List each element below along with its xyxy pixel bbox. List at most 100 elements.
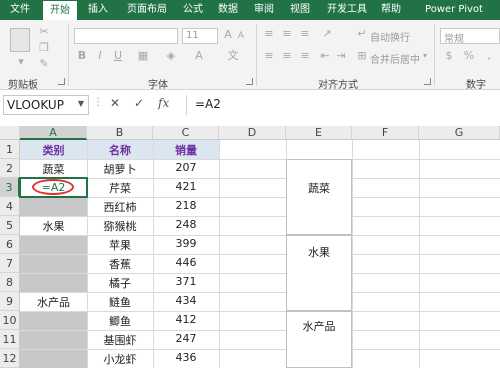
tab-formulas[interactable]: 公式 (178, 0, 208, 20)
cell-b5[interactable]: 猕猴桃 (87, 218, 153, 234)
formula-input[interactable]: =A2 (186, 95, 500, 115)
cell-c1-sales-header[interactable]: 销量 (153, 142, 219, 158)
bold-icon[interactable]: B (76, 50, 88, 62)
orientation-icon[interactable]: ↗ (320, 28, 334, 40)
worksheet-grid[interactable]: A B C D E F G 1 2 3 4 5 6 7 8 9 10 11 12… (0, 126, 500, 368)
decrease-font-icon[interactable]: A (236, 30, 246, 42)
format-painter-icon[interactable]: ✎ (38, 58, 50, 70)
row-header-2[interactable]: 2 (0, 159, 20, 178)
cell-b12[interactable]: 小龙虾 (87, 351, 153, 367)
cell-b9[interactable]: 鲢鱼 (87, 294, 153, 310)
alignment-launcher-icon[interactable] (424, 78, 431, 85)
merge-dropdown-icon[interactable]: ▾ (420, 50, 430, 62)
cell-c2[interactable]: 207 (153, 161, 219, 174)
font-name-select[interactable] (74, 28, 178, 44)
accounting-format-icon[interactable]: $ (442, 50, 456, 62)
comma-style-icon[interactable]: , (482, 50, 496, 62)
paste-icon[interactable] (10, 28, 30, 52)
name-box[interactable]: VLOOKUP ▼ (3, 95, 89, 115)
align-top-icon[interactable]: ≡ (262, 28, 276, 40)
row-header-12[interactable]: 12 (0, 349, 20, 368)
row-header-9[interactable]: 9 (0, 292, 20, 311)
column-header-d[interactable]: D (219, 126, 286, 140)
cell-a4-fill[interactable] (20, 197, 87, 216)
align-bottom-icon[interactable]: ≡ (298, 28, 312, 40)
underline-icon[interactable]: U (112, 50, 124, 62)
number-format-select[interactable]: 常规 (440, 28, 500, 45)
paste-dropdown-icon[interactable]: ▾ (8, 56, 34, 68)
cell-e2-e5-merged[interactable] (286, 159, 352, 235)
cell-a1-category-header[interactable]: 类别 (20, 142, 87, 158)
clipboard-launcher-icon[interactable] (58, 78, 65, 85)
align-middle-icon[interactable]: ≡ (280, 28, 294, 40)
cancel-icon[interactable]: ✕ (110, 96, 120, 110)
tab-file[interactable]: 文件 (0, 0, 40, 20)
row-header-6[interactable]: 6 (0, 235, 20, 254)
tab-developer[interactable]: 开发工具 (322, 0, 372, 20)
cell-c7[interactable]: 446 (153, 256, 219, 269)
cell-a9[interactable]: 水产品 (20, 294, 87, 310)
cell-c12[interactable]: 436 (153, 351, 219, 364)
cell-c9[interactable]: 434 (153, 294, 219, 307)
cell-c10[interactable]: 412 (153, 313, 219, 326)
column-header-a[interactable]: A (20, 126, 87, 140)
select-all-corner[interactable] (0, 126, 20, 140)
column-header-b[interactable]: B (87, 126, 153, 140)
cell-c4[interactable]: 218 (153, 199, 219, 212)
row-header-1[interactable]: 1 (0, 140, 20, 159)
copy-icon[interactable]: ❐ (38, 42, 50, 54)
tab-data[interactable]: 数据 (212, 0, 244, 20)
align-center-icon[interactable]: ≡ (280, 50, 294, 62)
tab-help[interactable]: 帮助 (376, 0, 406, 20)
tab-home[interactable]: 开始 (43, 1, 77, 20)
tab-insert[interactable]: 插入 (82, 0, 114, 20)
merge-center-button[interactable]: 合并后居中 (370, 51, 420, 66)
row-header-3[interactable]: 3 (0, 178, 20, 197)
align-left-icon[interactable]: ≡ (262, 50, 276, 62)
row-header-10[interactable]: 10 (0, 311, 20, 330)
align-right-icon[interactable]: ≡ (298, 50, 312, 62)
cell-b3[interactable]: 芹菜 (87, 180, 153, 196)
row-header-5[interactable]: 5 (0, 216, 20, 235)
percent-icon[interactable]: % (462, 50, 476, 62)
italic-icon[interactable]: I (94, 50, 106, 62)
decrease-indent-icon[interactable]: ⇤ (318, 50, 332, 62)
cell-c11[interactable]: 247 (153, 332, 219, 345)
row-header-8[interactable]: 8 (0, 273, 20, 292)
border-icon[interactable]: ▦ (136, 50, 150, 62)
cell-b1-name-header[interactable]: 名称 (87, 142, 153, 158)
cell-b2[interactable]: 胡萝卜 (87, 161, 153, 177)
row-header-11[interactable]: 11 (0, 330, 20, 349)
tab-power-pivot[interactable]: Power Pivot (414, 0, 494, 20)
column-header-f[interactable]: F (352, 126, 419, 140)
cell-b8[interactable]: 橘子 (87, 275, 153, 291)
cell-a6-a8-fill[interactable] (20, 235, 87, 292)
cell-c3[interactable]: 421 (153, 180, 219, 193)
column-header-e[interactable]: E (286, 126, 352, 140)
cell-a5[interactable]: 水果 (20, 218, 87, 234)
cell-b4[interactable]: 西红柿 (87, 199, 153, 215)
font-size-select[interactable]: 11 (182, 28, 218, 44)
insert-function-icon[interactable]: fx (158, 96, 169, 110)
cell-a10-a12-fill[interactable] (20, 311, 87, 368)
cell-b10[interactable]: 鲫鱼 (87, 313, 153, 329)
fill-color-icon[interactable]: ◈ (164, 50, 178, 62)
merge-center-icon[interactable]: ⊞ (356, 50, 368, 62)
column-header-c[interactable]: C (153, 126, 219, 140)
name-box-dropdown-icon[interactable]: ▼ (78, 99, 84, 108)
row-header-4[interactable]: 4 (0, 197, 20, 216)
tab-page-layout[interactable]: 页面布局 (119, 0, 175, 20)
row-header-7[interactable]: 7 (0, 254, 20, 273)
wrap-text-icon[interactable]: ↵ (356, 28, 368, 40)
column-header-g[interactable]: G (419, 126, 500, 140)
increase-font-icon[interactable]: A (222, 29, 234, 41)
cell-b7[interactable]: 香蕉 (87, 256, 153, 272)
increase-indent-icon[interactable]: ⇥ (334, 50, 348, 62)
phonetic-icon[interactable]: 文 (226, 50, 240, 62)
cell-c8[interactable]: 371 (153, 275, 219, 288)
cell-b6[interactable]: 苹果 (87, 237, 153, 253)
font-launcher-icon[interactable] (246, 78, 253, 85)
tab-view[interactable]: 视图 (284, 0, 316, 20)
cell-b11[interactable]: 基围虾 (87, 332, 153, 348)
enter-icon[interactable]: ✓ (134, 96, 144, 110)
